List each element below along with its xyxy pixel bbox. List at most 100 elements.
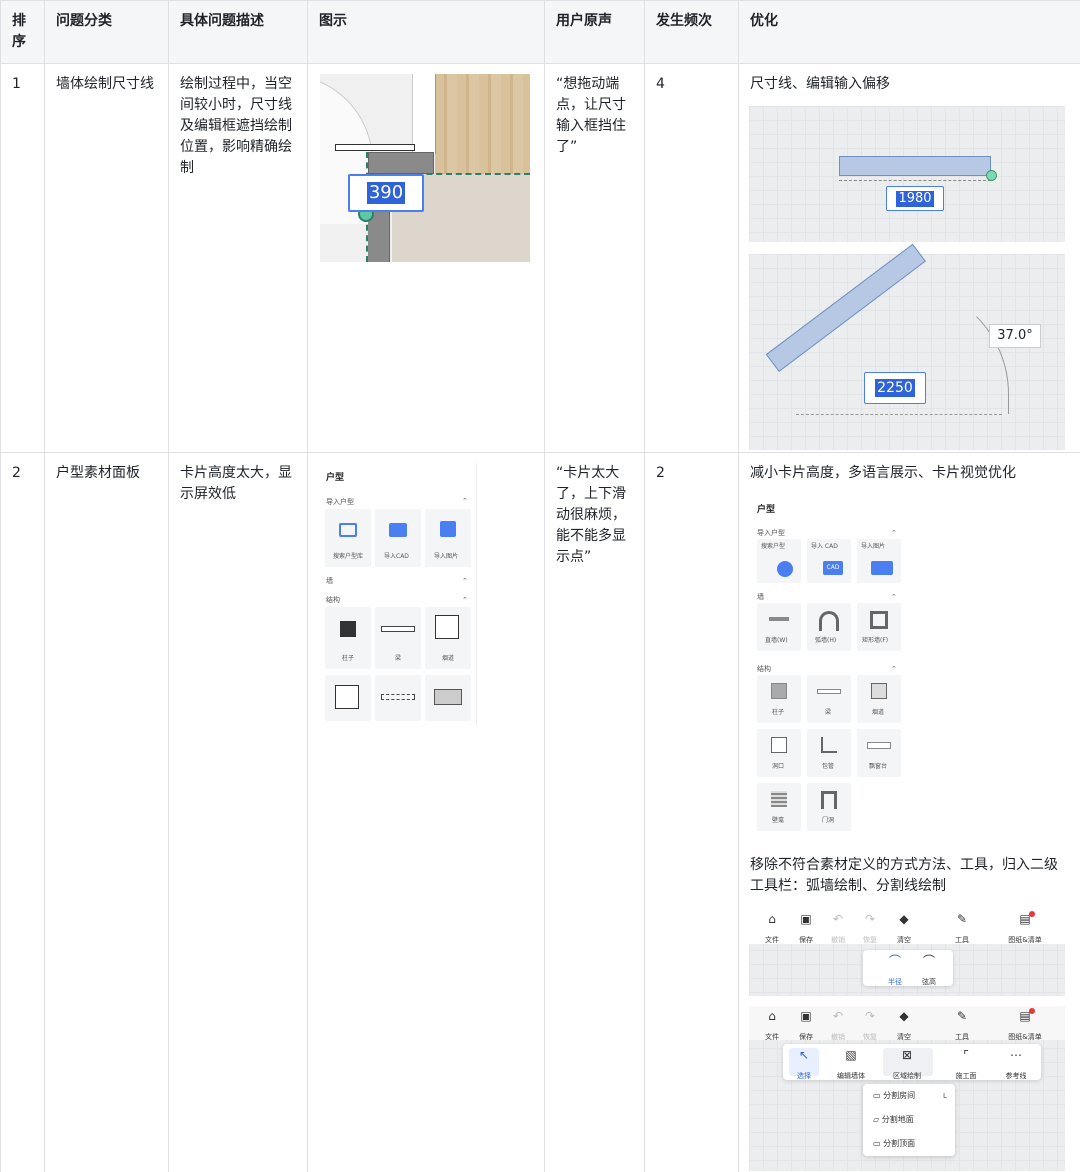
sub-toolbar: ⌒ 半径 ⌒ 弦高 (863, 950, 953, 986)
wall-edit-icon: ▧ (845, 1048, 857, 1062)
save-icon: ▣ (800, 1009, 812, 1023)
flue-icon (435, 615, 459, 639)
beam-icon (381, 626, 415, 632)
card-window[interactable] (425, 675, 471, 721)
table-row: 1 墙体绘制尺寸线 绘制过程中，当空间较小时，尺寸线及编辑框遮挡绘制位置，影响精… (0, 63, 1080, 453)
toolbar-file[interactable]: ⌂ 文件 (755, 913, 789, 949)
dropdown-item-divide-floor[interactable]: ▱ 分割地面 (873, 1115, 914, 1124)
panel-title: 户型 (757, 505, 776, 515)
card-flue[interactable]: 烟道 (425, 607, 471, 669)
section-import: 导入户型 (326, 498, 354, 506)
card-arc-wall[interactable]: 弧墙(H) (807, 603, 851, 651)
card-opening[interactable] (325, 675, 371, 721)
card-niche[interactable]: 壁龛 (757, 783, 801, 831)
toolbar: ⌂ 文件 ▣ 保存 ↶ 撤销 ↷ 恢复 ◆ 清空 ✎ 工具 ▤ 图纸&清单 (749, 908, 1065, 944)
toolbar-file[interactable]: ⌂ 文件 (755, 1010, 789, 1046)
sub-tool-radius[interactable]: ⌒ 半径 (881, 955, 909, 991)
card-column[interactable]: 柱子 (325, 607, 371, 669)
chevron-up-icon[interactable]: ⌃ (891, 529, 897, 537)
panel-title: 户型 (326, 473, 345, 483)
dimension-input[interactable]: 1980 (886, 186, 944, 211)
toolbar-redo[interactable]: ↷ 恢复 (853, 913, 887, 949)
issue-table: 排序 问题分类 具体问题描述 图示 用户原声 发生频次 优化 1 墙体绘制尺寸线… (0, 0, 1080, 1172)
dimension-input[interactable]: 2250 (864, 372, 926, 404)
card-opening[interactable]: 洞口 (757, 729, 801, 777)
column-icon (771, 683, 787, 699)
card-doorway[interactable]: 门洞 (807, 783, 851, 831)
cad-icon: CAD (823, 561, 843, 575)
card-bay-window[interactable]: 飘窗台 (857, 729, 901, 777)
chevron-up-icon[interactable]: ⌃ (462, 596, 468, 604)
dropdown-item-divide-room[interactable]: ▭ 分割房间 (873, 1091, 915, 1100)
section-structure: 结构 (757, 665, 771, 673)
sub-tool-area-draw[interactable]: ⊠ 区域绘制 (887, 1049, 927, 1085)
row-index: 1 (0, 63, 45, 453)
beam-icon (817, 689, 841, 694)
toolbar-drawings[interactable]: ▤ 图纸&清单 (1003, 913, 1047, 949)
sub-tool-edit-wall[interactable]: ▧ 编辑墙体 (831, 1049, 871, 1085)
document-icon: ▤ (1019, 1009, 1031, 1023)
section-wall: 墙 (757, 593, 764, 601)
sub-tool-select[interactable]: ↖ 选择 (787, 1049, 821, 1085)
toolbar-redo[interactable]: ↷ 恢复 (853, 1010, 887, 1046)
chevron-up-icon[interactable]: ⌃ (891, 593, 897, 601)
header-category: 问题分类 (44, 0, 169, 64)
dimension-input[interactable]: 390 (348, 174, 424, 212)
card-search[interactable]: 搜索户型库 (325, 509, 371, 567)
opening-icon (335, 685, 359, 709)
card-search[interactable]: 搜索户型 (757, 539, 801, 583)
toolbar-clear[interactable]: ◆ 清空 (887, 1010, 921, 1046)
shortcut-key: L (943, 1092, 947, 1100)
search-icon (777, 561, 793, 577)
card-rect-wall[interactable]: 矩形墙(F) (857, 603, 901, 651)
toolbar-tools[interactable]: ✎ 工具 (945, 913, 979, 949)
reference-line-icon: ⋯ (1010, 1048, 1022, 1062)
toolbar-undo[interactable]: ↶ 撤销 (821, 913, 855, 949)
toolbar-clear[interactable]: ◆ 清空 (887, 913, 921, 949)
card-beam[interactable]: 梁 (807, 675, 851, 723)
toolbar-tools[interactable]: ✎ 工具 (945, 1010, 979, 1046)
straight-wall-icon (769, 617, 789, 621)
card-import-image[interactable]: 导入图片 (425, 509, 471, 567)
flue-icon (871, 683, 887, 699)
chevron-up-icon[interactable]: ⌃ (462, 577, 468, 585)
header-frequency: 发生频次 (644, 0, 739, 64)
cad-icon (389, 523, 407, 537)
row-quote: “卡片太大了，上下滑动很麻烦，能不能多显示点” (544, 452, 645, 1172)
chevron-up-icon[interactable]: ⌃ (891, 665, 897, 673)
angle-label: 37.0° (989, 324, 1041, 348)
redo-icon: ↷ (864, 1009, 876, 1023)
sub-tool-reference[interactable]: ⋯ 参考线 (999, 1049, 1033, 1085)
rect-wall-icon (870, 611, 888, 629)
sub-tool-chord[interactable]: ⌒ 弦高 (915, 955, 943, 991)
chevron-up-icon[interactable]: ⌃ (462, 497, 468, 505)
card-straight-wall[interactable]: 直墙(W) (757, 603, 801, 651)
toolbar-undo[interactable]: ↶ 撤销 (821, 1010, 855, 1046)
card-pipe[interactable]: 包管 (807, 729, 851, 777)
dropdown-item-divide-ceiling[interactable]: ▭ 分割顶面 (873, 1139, 915, 1148)
search-icon (339, 523, 357, 537)
sub-tool-construction[interactable]: ⌜ 施工面 (949, 1049, 983, 1085)
card-import-image[interactable]: 导入图片 (857, 539, 901, 583)
dimension-value: 2250 (875, 379, 915, 397)
card-beam[interactable]: 梁 (375, 607, 421, 669)
toolbar-save[interactable]: ▣ 保存 (789, 913, 823, 949)
image-icon (871, 561, 893, 575)
sub-toolbar: ↖ 选择 ▧ 编辑墙体 ⊠ 区域绘制 ⌜ 施工面 ⋯ 参考线 (783, 1044, 1041, 1080)
area-draw-icon: ⊠ (901, 1048, 913, 1062)
offset-example-angled: 37.0° 2250 (749, 243, 1065, 450)
card-pipe[interactable] (375, 675, 421, 721)
table-row: 2 户型素材面板 卡片高度太大，显示屏效低 户型 导入户型 ⌃ 搜索户型库 导入… (0, 452, 1080, 1172)
toolbar-drawings[interactable]: ▤ 图纸&清单 (1003, 1010, 1047, 1046)
row-description: 卡片高度太大，显示屏效低 (168, 452, 308, 1172)
card-import-cad[interactable]: 导入 CAD CAD (807, 539, 851, 583)
niche-icon (771, 791, 787, 807)
card-import-cad[interactable]: 导入CAD (375, 509, 421, 567)
undo-icon: ↶ (832, 912, 844, 926)
wall-dimension-figure: 390 (320, 74, 530, 262)
card-flue[interactable]: 烟道 (857, 675, 901, 723)
toolbar-save[interactable]: ▣ 保存 (789, 1010, 823, 1046)
arc-radius-icon: ⌒ (888, 954, 901, 968)
row-category: 户型素材面板 (44, 452, 169, 1172)
card-column[interactable]: 柱子 (757, 675, 801, 723)
